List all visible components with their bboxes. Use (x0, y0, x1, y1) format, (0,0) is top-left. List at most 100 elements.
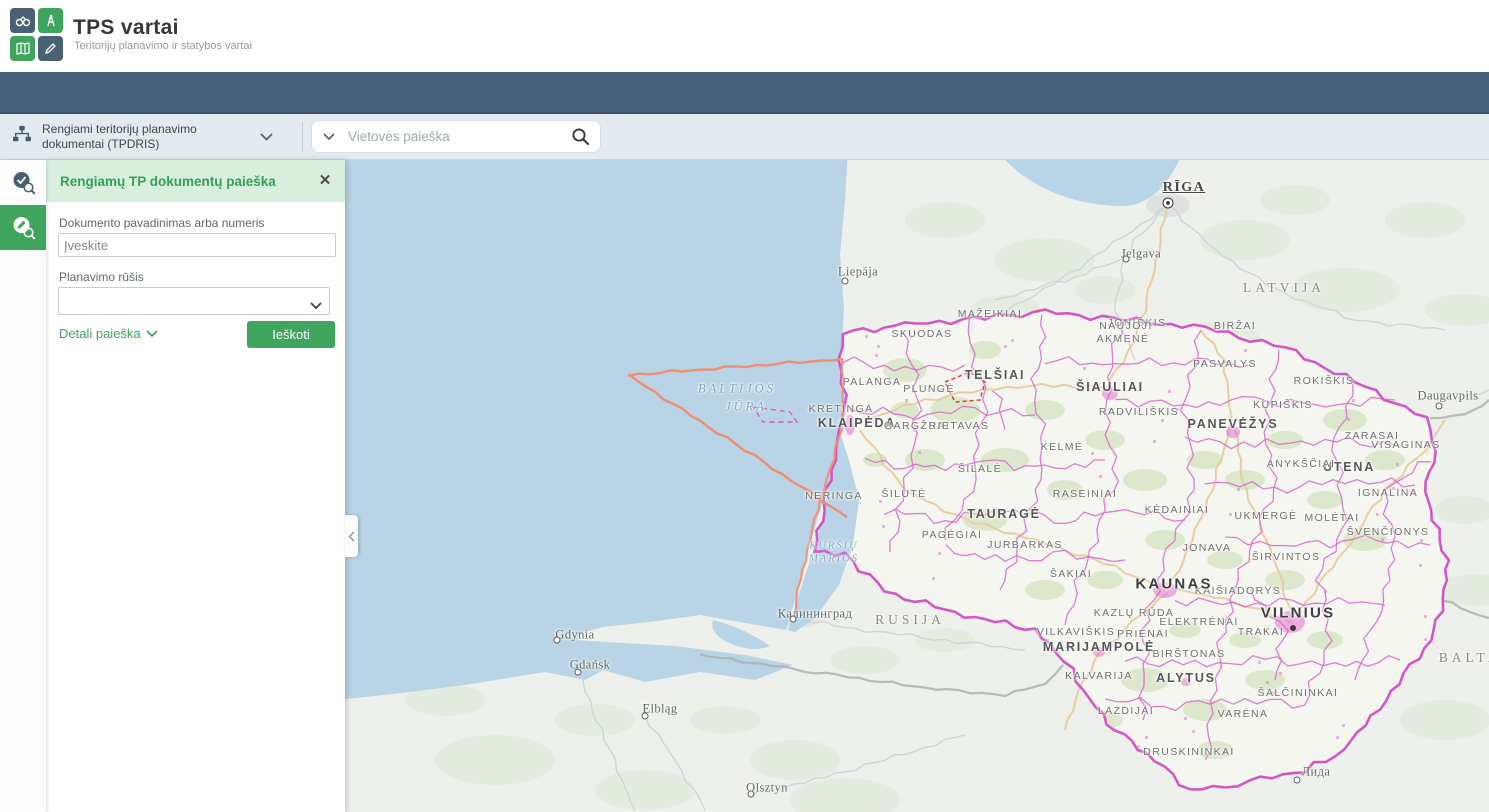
ring-map-marker (642, 713, 649, 720)
search-icon[interactable] (560, 121, 600, 152)
map-label: VILNIUS (1261, 605, 1336, 622)
app-title: TPS vartai (73, 16, 179, 40)
map-label: JONAVA (1183, 542, 1232, 554)
map-label: PRIENAI (1117, 628, 1169, 640)
map-label: MOLĖTAI (1304, 512, 1359, 524)
map-label: ŠILALĖ (958, 463, 1002, 475)
tool-rail (0, 160, 46, 812)
map-label: ANYKŠČIAI (1267, 458, 1336, 470)
map-label: NAUJOJI (1099, 320, 1153, 332)
chevron-left-icon (348, 531, 355, 542)
map-label: KUPIŠKIS (1253, 399, 1313, 411)
app-subtitle: Teritorijų planavimo ir statybos vartai (74, 40, 252, 52)
map-label: KELMĖ (1041, 441, 1084, 453)
document-name-label: Dokumento pavadinimas arba numeris (59, 216, 264, 230)
planning-type-label: Planavimo rūšis (59, 270, 144, 284)
map-canvas[interactable]: RĪGAJelgavaLATVIJADaugavpilsLiepājaКалин… (345, 160, 1489, 812)
map-label: KAZLŲ RŪDA (1094, 607, 1175, 619)
close-icon[interactable]: ✕ (315, 171, 335, 191)
approved-documents-search-button[interactable] (0, 160, 46, 205)
binoculars-icon (10, 8, 35, 33)
map-label: VISAGINAS (1371, 439, 1440, 451)
map-label: KURŠIŲ (809, 541, 858, 552)
map-label: UKMERGĖ (1235, 510, 1298, 522)
map-label: Gdynia (555, 628, 594, 643)
map-label: ŠAKIAI (1050, 568, 1092, 580)
map-label: DRUSKININKAI (1143, 746, 1234, 758)
panel-header: Rengiamų TP dokumentų paieška ✕ (46, 160, 345, 202)
map-label: PANEVĖŽYS (1188, 417, 1279, 431)
detail-search-link[interactable]: Detali paieška (59, 326, 158, 341)
map-label: RĪGA (1163, 180, 1206, 196)
map-label: MAŽEIKIAI (958, 308, 1023, 320)
sitemap-icon (12, 125, 32, 148)
map-label: VARĖNA (1218, 708, 1269, 720)
app-window: TPS vartai Teritorijų planavimo ir staty… (0, 0, 1489, 812)
map-label: PASVALYS (1193, 358, 1257, 370)
ring-map-marker (1123, 256, 1130, 263)
map-label: VILKAVIŠKIS (1037, 626, 1115, 638)
document-search-panel: Rengiamų TP dokumentų paieška ✕ Dokument… (46, 160, 345, 812)
map-label: ROKIŠKIS (1294, 375, 1355, 387)
map-label: KĖDAINIAI (1145, 504, 1210, 516)
map-label: KRETINGA (809, 403, 874, 415)
map-label: BIRŽAI (1214, 320, 1256, 332)
bullseye-map-marker (1163, 198, 1174, 209)
map-label: JŪRA (725, 400, 767, 415)
chevron-down-icon (146, 330, 158, 338)
main-navbar (0, 72, 1489, 114)
map-label: RADVILIŠKIS (1099, 406, 1179, 418)
place-search-input[interactable] (346, 128, 560, 145)
planning-type-select[interactable] (58, 287, 330, 315)
map-label: NERINGA (805, 490, 863, 502)
document-name-input[interactable] (58, 233, 336, 257)
map-label: PLUNGĖ (903, 383, 955, 395)
map-label: JURBARKAS (987, 539, 1063, 551)
map-icon (10, 36, 35, 61)
layer-selector-label: Rengiami teritorijų planavimo dokumentai… (42, 122, 252, 152)
map-label: ŠVENČIONYS (1347, 526, 1430, 538)
map-label: ŠIAULIAI (1076, 380, 1144, 394)
map-label: KALVARIJA (1065, 670, 1133, 682)
map-label: KAUNAS (1135, 576, 1212, 593)
pen-icon (38, 36, 63, 61)
dot-map-marker (1290, 625, 1296, 631)
ring-map-marker (790, 616, 797, 623)
search-options-dropdown[interactable] (312, 121, 346, 152)
map-label: PAGĖGIAI (922, 529, 983, 541)
ring-map-marker (575, 669, 582, 676)
panel-collapse-handle[interactable] (345, 515, 358, 557)
detail-search-label: Detali paieška (59, 326, 141, 341)
map-label: RUSIJA (875, 612, 945, 628)
map-label: ŠIRVINTOS (1252, 551, 1321, 563)
toolbar-divider (302, 122, 303, 152)
map-label: ŠILUTĖ (881, 488, 926, 500)
map-label-layer: RĪGAJelgavaLATVIJADaugavpilsLiepājaКалин… (345, 160, 1489, 812)
compass-icon (38, 8, 63, 33)
draft-documents-search-button[interactable] (0, 205, 46, 250)
search-submit-button[interactable]: Ieškoti (247, 321, 335, 348)
layer-selector-dropdown[interactable]: Rengiami teritorijų planavimo dokumentai… (6, 117, 296, 156)
map-label: Лида (1302, 765, 1331, 780)
map-label: ALYTUS (1156, 671, 1216, 685)
map-label: Daugavpils (1418, 389, 1479, 404)
panel-title: Rengiamų TP dokumentų paieška (60, 174, 276, 189)
chevron-down-icon (260, 128, 273, 146)
map-label: TELŠIAI (965, 368, 1026, 382)
chevron-down-icon (310, 297, 322, 315)
map-label: IGNALINA (1358, 487, 1418, 499)
ring-map-marker (1436, 403, 1443, 410)
map-label: ŠALČININKAI (1258, 687, 1339, 699)
app-logo (10, 8, 64, 62)
map-label: TAURAGĖ (967, 507, 1040, 521)
map-label: RIETAVAS (929, 420, 990, 432)
map-label: MARIOS (809, 554, 859, 565)
map-label: LAZDIJAI (1098, 705, 1154, 717)
map-label: BALTARUSIJA (1439, 650, 1489, 666)
map-toolbar: Rengiami teritorijų planavimo dokumentai… (0, 114, 1489, 160)
map-label: SKUODAS (891, 328, 952, 340)
map-label: LATVIJA (1243, 280, 1325, 296)
map-label: MARIJAMPOLĖ (1043, 640, 1155, 654)
map-label: RASEINIAI (1053, 488, 1118, 500)
map-label: BIRŠTONAS (1152, 648, 1225, 660)
